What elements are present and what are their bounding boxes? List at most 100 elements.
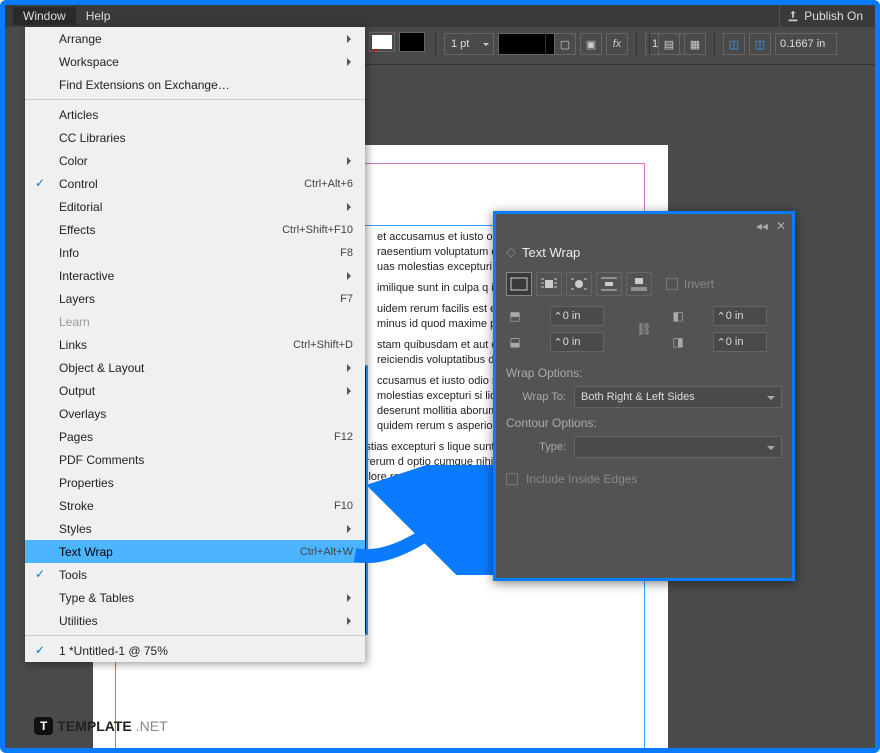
menu-item-label: Type & Tables	[59, 591, 353, 605]
effects-button-1[interactable]: ▢	[554, 33, 576, 55]
menu-shortcut: F7	[340, 293, 353, 305]
menu-item-utilities[interactable]: Utilities	[25, 609, 365, 632]
stroke-swatch[interactable]	[399, 32, 425, 52]
offset-right-icon: ◨	[669, 333, 687, 351]
check-icon: ✓	[35, 643, 49, 657]
watermark-badge-icon: T	[34, 717, 53, 735]
menu-item-label: Workspace	[59, 55, 353, 69]
menu-item-overlays[interactable]: Overlays	[25, 402, 365, 425]
wrap-column-icon	[630, 276, 648, 292]
menu-item-workspace[interactable]: Workspace	[25, 50, 365, 73]
menu-item-styles[interactable]: Styles	[25, 517, 365, 540]
menu-item-output[interactable]: Output	[25, 379, 365, 402]
frame-fit-button-2[interactable]: ◫	[749, 33, 771, 55]
wrap-jump-button[interactable]	[596, 272, 622, 296]
menu-item-cc-libraries[interactable]: CC Libraries	[25, 126, 365, 149]
menu-shortcut: F12	[334, 431, 353, 443]
menu-shortcut: Ctrl+Alt+6	[304, 178, 353, 190]
menu-item-effects[interactable]: EffectsCtrl+Shift+F10	[25, 218, 365, 241]
offset-right-input[interactable]: ⌃ 0 in	[713, 332, 767, 352]
publish-online-button[interactable]: Publish On	[779, 5, 869, 27]
wrap-bbox-icon	[540, 276, 558, 292]
menu-item-tools[interactable]: ✓Tools	[25, 563, 365, 586]
contour-type-select[interactable]	[574, 436, 782, 458]
menu-item-arrange[interactable]: Arrange	[25, 27, 365, 50]
wrap-mode-around-button[interactable]: ▦	[684, 33, 706, 55]
wrap-to-label: Wrap To:	[506, 391, 566, 403]
menu-item-label: Color	[59, 154, 353, 168]
fill-swatch[interactable]	[369, 32, 395, 52]
check-icon: ✓	[35, 567, 49, 581]
menu-item-label: Pages	[59, 430, 324, 444]
menu-item-editorial[interactable]: Editorial	[25, 195, 365, 218]
menu-item-properties[interactable]: Properties	[25, 471, 365, 494]
control-bar: 1 pt ▢ ▣ fx 100% ▤ ▦ ◫ ◫	[365, 27, 875, 65]
wrap-mode-none-button[interactable]: ▤	[658, 33, 680, 55]
offset-bottom-input[interactable]: ⌃ 0 in	[550, 332, 604, 352]
menu-item-learn: Learn	[25, 310, 365, 333]
effects-button-2[interactable]: ▣	[580, 33, 602, 55]
menu-item-label: Effects	[59, 223, 272, 237]
offset-left-input[interactable]: ⌃ 0 in	[713, 306, 767, 326]
wrap-column-button[interactable]	[626, 272, 652, 296]
menu-item-label: Utilities	[59, 614, 353, 628]
menu-item-1-untitled-1-75-[interactable]: ✓ 1 *Untitled-1 @ 75%	[25, 639, 365, 662]
window-menu-dropdown: Arrange Workspace Find Extensions on Excha…	[25, 27, 365, 662]
fx-button[interactable]: fx	[606, 33, 628, 55]
menu-item-interactive[interactable]: Interactive	[25, 264, 365, 287]
menu-item-label: Links	[59, 338, 283, 352]
upload-icon	[786, 9, 800, 23]
menu-item-find-extensions-on-exchange-[interactable]: Find Extensions on Exchange…	[25, 73, 365, 96]
invert-checkbox[interactable]	[666, 278, 678, 290]
menu-item-type-tables[interactable]: Type & Tables	[25, 586, 365, 609]
menu-item-pages[interactable]: Pages F12	[25, 425, 365, 448]
frame-fit-button[interactable]: ◫	[723, 33, 745, 55]
wrap-bbox-button[interactable]	[536, 272, 562, 296]
offset-input[interactable]	[775, 33, 837, 55]
menu-item-text-wrap[interactable]: Text WrapCtrl+Alt+W	[25, 540, 365, 563]
menu-item-stroke[interactable]: StrokeF10	[25, 494, 365, 517]
menu-item-label: Overlays	[59, 407, 353, 421]
menu-item-links[interactable]: LinksCtrl+Shift+D	[25, 333, 365, 356]
menu-item-label: Layers	[59, 292, 330, 306]
menu-item-color[interactable]: Color	[25, 149, 365, 172]
menu-item-label: Learn	[59, 315, 353, 329]
submenu-arrow-icon	[347, 58, 355, 66]
menu-item-pdf-comments[interactable]: PDF Comments	[25, 448, 365, 471]
include-edges-checkbox[interactable]	[506, 473, 518, 485]
submenu-arrow-icon	[347, 364, 355, 372]
menu-item-articles[interactable]: Articles	[25, 103, 365, 126]
menu-item-control[interactable]: ✓ControlCtrl+Alt+6	[25, 172, 365, 195]
menubar-window[interactable]: Window	[13, 7, 76, 25]
link-offsets-icon[interactable]: ⛓	[636, 322, 651, 336]
panel-collapse-icon[interactable]: ◂◂	[756, 219, 768, 233]
panel-close-icon[interactable]: ✕	[776, 219, 786, 233]
invert-label: Invert	[684, 277, 714, 291]
wrap-none-button[interactable]	[506, 272, 532, 296]
offset-left-icon: ◧	[669, 307, 687, 325]
check-icon: ✓	[35, 176, 49, 190]
menu-item-object-layout[interactable]: Object & Layout	[25, 356, 365, 379]
menu-item-label: Arrange	[59, 32, 353, 46]
submenu-arrow-icon	[347, 157, 355, 165]
submenu-arrow-icon	[347, 594, 355, 602]
stroke-weight-dropdown[interactable]: 1 pt	[444, 33, 494, 55]
menu-item-label: Object & Layout	[59, 361, 353, 375]
menubar: Window Help Publish On	[5, 5, 875, 27]
menu-item-label: Articles	[59, 108, 353, 122]
menu-item-label: Info	[59, 246, 330, 260]
contour-type-label: Type:	[506, 441, 566, 453]
wrap-to-select[interactable]: Both Right & Left Sides	[574, 386, 782, 408]
app-frame: Window Help Publish On 1 pt ▢ ▣ fx 100% …	[0, 0, 880, 753]
publish-label: Publish On	[804, 9, 863, 23]
wrap-shape-button[interactable]	[566, 272, 592, 296]
tutorial-arrow	[345, 465, 505, 580]
menu-item-info[interactable]: InfoF8	[25, 241, 365, 264]
diamond-icon: ◇	[506, 244, 516, 260]
submenu-arrow-icon	[347, 35, 355, 43]
menu-item-label: Output	[59, 384, 353, 398]
menubar-help[interactable]: Help	[76, 7, 121, 25]
menu-item-label: 1 *Untitled-1 @ 75%	[59, 644, 353, 658]
menu-item-layers[interactable]: Layers F7	[25, 287, 365, 310]
offset-top-input[interactable]: ⌃ 0 in	[550, 306, 604, 326]
